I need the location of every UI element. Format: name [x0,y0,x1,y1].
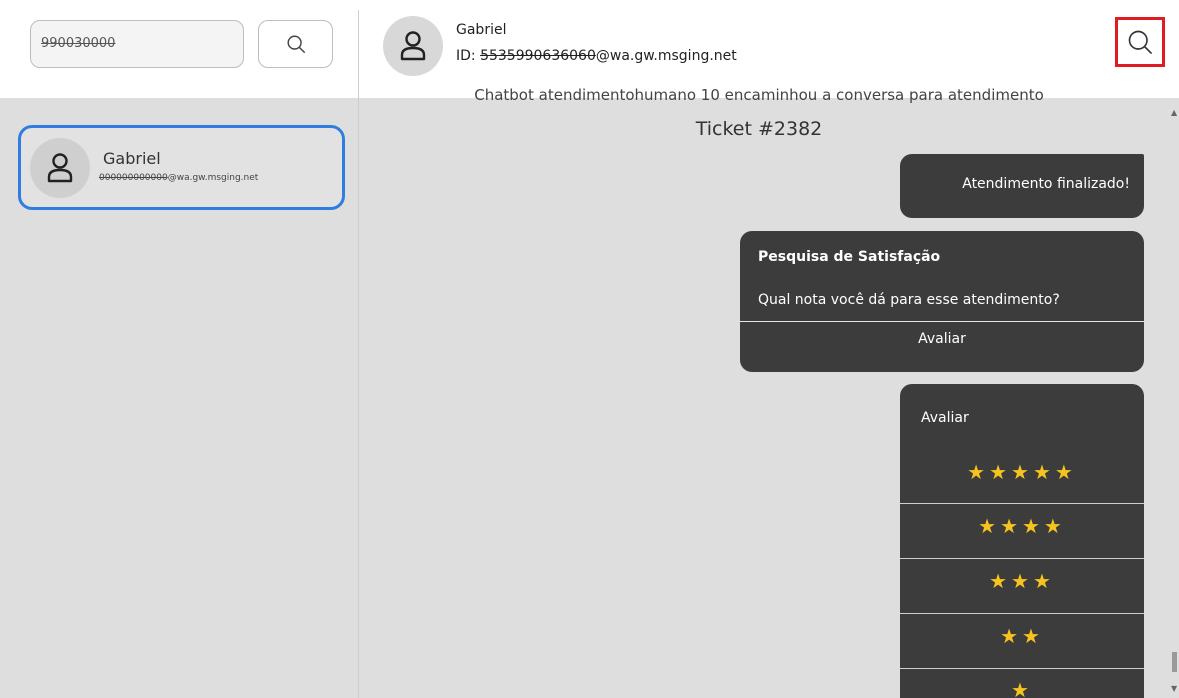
rating-divider [900,558,1144,559]
chat-header: Gabriel ID: 5535990636060@wa.gw.msging.n… [359,0,1179,98]
search-icon [286,35,305,53]
scroll-up-arrow-icon[interactable]: ▲ [1171,108,1177,117]
rating-divider [900,503,1144,504]
rating-option-1-star[interactable]: ★ [900,678,1144,698]
contact-search-value: 990030000 [41,36,116,51]
chat-header-id-prefix: ID: [456,48,481,64]
contacts-panel: 990030000 Gabriel 000000000000@wa.gw.msg… [0,0,358,698]
contact-search-button[interactable] [258,20,333,68]
rating-option-4-stars[interactable]: ★★★★ [900,514,1144,568]
contact-name: Gabriel [103,149,161,168]
rating-message: Avaliar ★★★★★ ★★★★ ★★★ ★★ ★ [900,384,1144,698]
survey-divider [740,321,1144,322]
chat-header-id: ID: 5535990636060@wa.gw.msging.net [456,48,737,64]
scroll-down-arrow-icon[interactable]: ▼ [1171,684,1177,693]
ticket-label: Ticket #2382 [695,118,823,140]
chat-search-button[interactable] [1115,17,1165,67]
rating-option-5-stars[interactable]: ★★★★★ [900,460,1144,514]
rating-option-2-stars[interactable]: ★★ [900,624,1144,678]
message-text: Atendimento finalizado! [962,176,1130,192]
contact-avatar [30,138,90,198]
contact-id-domain: @wa.gw.msging.net [167,173,259,183]
chat-header-id-domain: @wa.gw.msging.net [595,48,737,64]
contact-search-input[interactable]: 990030000 [30,20,244,68]
chat-scrollbar[interactable]: ▲ ▼ [1171,100,1179,698]
survey-message: Pesquisa de Satisfação Qual nota você dá… [740,231,1144,372]
chat-header-id-masked: 5535990636060 [480,48,596,64]
rating-divider [900,668,1144,669]
scroll-thumb[interactable] [1172,652,1177,672]
contacts-header: 990030000 [0,0,358,98]
rating-divider [900,613,1144,614]
survey-title: Pesquisa de Satisfação [758,249,941,265]
app-root: 990030000 Gabriel 000000000000@wa.gw.msg… [0,0,1179,698]
contact-id-masked: 000000000000 [99,173,168,183]
chat-header-name: Gabriel [456,22,507,38]
search-icon [1128,30,1152,54]
chat-header-avatar [383,16,443,76]
rating-option-3-stars[interactable]: ★★★ [900,569,1144,623]
user-icon [47,153,73,183]
contact-id: 000000000000@wa.gw.msging.net [99,173,258,183]
chat-panel: Gabriel ID: 5535990636060@wa.gw.msging.n… [359,0,1179,698]
message-atendimento-finalizado: Atendimento finalizado! [900,154,1144,218]
survey-avaliar-button[interactable]: Avaliar [740,331,1144,347]
contact-card-gabriel[interactable]: Gabriel 000000000000@wa.gw.msging.net [18,125,345,210]
rating-title: Avaliar [921,410,969,426]
system-message-partial: Chatbot atendimentohumano 10 encaminhou … [474,86,1044,104]
survey-question: Qual nota você dá para esse atendimento? [758,292,1060,308]
user-icon [400,31,426,61]
